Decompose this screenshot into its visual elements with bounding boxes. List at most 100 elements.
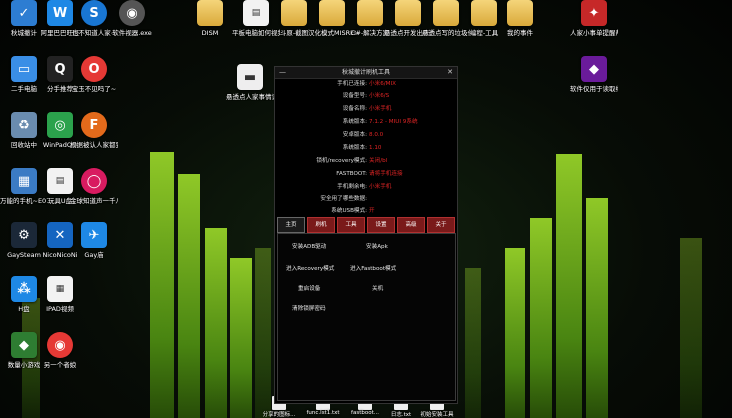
file-label: 初始安装工具 <box>420 412 454 418</box>
app-icon: ▬ <box>237 64 263 90</box>
clear-lockscreen-button[interactable]: 清除锁屏密码 <box>292 304 326 312</box>
folder-icon <box>319 0 345 26</box>
desktop-wallpaper: ✓ 秋城撤计 W 阿里巴巴旺旺 S 也不知道人家~ ◉ 软件视器.exe ▭ 二手电脑 Q… <box>0 0 732 418</box>
app-icon: ◉ <box>119 0 145 26</box>
desktop-icon[interactable]: ▦ IPAD视频 <box>36 276 84 328</box>
folder-icon <box>433 0 459 26</box>
icon-label: Gay庙 <box>84 251 104 259</box>
icon-label: IPAD视频 <box>46 305 74 313</box>
app-icon: ✦ <box>581 0 607 26</box>
tab-settings[interactable]: 设置 <box>367 217 395 233</box>
info-row: 手机剩余电: 小米手机 <box>275 181 457 193</box>
info-value: 小米手机 <box>369 184 392 190</box>
folder-icon <box>471 0 497 26</box>
actions-panel: 安装ADB驱动 安装Apk 进入Recovery模式 进入Fastboot模式 … <box>277 233 456 401</box>
desktop-icon[interactable]: ◆ 软件仅用于读取结果 <box>570 56 618 108</box>
wallpaper-bar <box>505 248 525 418</box>
desktop-icon[interactable]: ◉ 另一个者娘 <box>36 332 84 384</box>
icon-label: 回收站中 <box>11 141 37 149</box>
info-key: 设备名称: <box>342 106 367 112</box>
tab-advanced[interactable]: 高级 <box>397 217 425 233</box>
power-off-button[interactable]: 关机 <box>372 284 383 292</box>
folder-icon <box>507 0 533 26</box>
folder-icon <box>395 0 421 26</box>
icon-label: 秋城撤计 <box>11 29 37 37</box>
desktop-icon[interactable]: ◉ 软件视器.exe <box>108 0 156 52</box>
info-key: 系统版本: <box>342 119 367 125</box>
icon-label: 金球知道声一千八 <box>70 197 118 205</box>
app-icon: ✓ <box>11 0 37 26</box>
app-icon: ✈ <box>81 222 107 248</box>
app-icon: ◆ <box>11 332 37 358</box>
icon-label: 二手电脑 <box>11 85 37 93</box>
wallpaper-bar <box>680 238 702 418</box>
install-adb-button[interactable]: 安装ADB驱动 <box>292 242 326 250</box>
info-row: 设备型号: 小米6/S <box>275 90 457 102</box>
enter-fastboot-button[interactable]: 进入Fastboot模式 <box>350 264 396 272</box>
window-title: 秋城撤计刷机工具 <box>341 69 390 76</box>
icon-label: 根据被认人家都到哪里 <box>70 141 118 149</box>
firefox-icon: F <box>81 112 107 138</box>
info-value: 7.1.2 - MIUI 9系统 <box>369 119 418 125</box>
info-key: 设备型号: <box>342 93 367 99</box>
icon-label: 软件仅用于读取结果 <box>570 85 618 93</box>
icon-label: 人家小事单提醒帮 <box>570 29 618 37</box>
flash-tool-window: — 秋城撤计刷机工具 ✕ 手机已连接: 小米6/MIX 设备型号: 小米6/S 设备… <box>274 66 458 404</box>
info-key: 安卓版本: <box>342 132 367 138</box>
recycle-bin-icon: ♻ <box>11 112 37 138</box>
wallpaper-bar <box>556 154 582 418</box>
app-icon: ◯ <box>81 168 107 194</box>
tab-about[interactable]: 关于 <box>427 217 455 233</box>
icon-label: 斗原-截图 <box>279 29 309 37</box>
info-value: 请将手机连接 <box>369 171 403 177</box>
desktop-icon[interactable]: DISM <box>186 0 234 52</box>
tab-flash[interactable]: 刷机 <box>307 217 335 233</box>
app-icon: ▭ <box>11 56 37 82</box>
info-value: 开 <box>369 208 375 214</box>
wallpaper-bar <box>178 174 200 418</box>
info-row: FASTBOOT: 请将手机连接 <box>275 168 457 180</box>
file-label: fastboot... <box>351 410 379 416</box>
wallpaper-bar <box>586 198 608 418</box>
tab-tools[interactable]: 工具 <box>337 217 365 233</box>
info-value: 8.0.0 <box>369 132 384 138</box>
wallpaper-bar <box>465 268 481 418</box>
reboot-button[interactable]: 重启设备 <box>298 284 320 292</box>
icon-label: 悬透点人家事情记录 <box>226 93 274 101</box>
info-value: 1.10 <box>369 145 382 151</box>
icon-label: 编程-工具 <box>469 29 499 37</box>
tab-bar: 主页 刷机 工具 设置 高级 关于 <box>277 217 455 233</box>
desktop-icon[interactable]: 我的事件 <box>496 0 544 52</box>
enter-recovery-button[interactable]: 进入Recovery模式 <box>286 264 334 272</box>
info-value: 关闭/bl <box>369 158 388 164</box>
folder-icon <box>197 0 223 26</box>
file-label: 分享的图标... <box>262 412 296 418</box>
desktop-icon[interactable]: O 宝玉不见吗了~ <box>70 56 118 108</box>
close-button[interactable]: ✕ <box>447 67 453 78</box>
info-key: 锁机/recovery模式: <box>316 158 367 164</box>
info-row: 手机已连接: 小米6/MIX <box>275 78 457 90</box>
info-row: 设备名称: 小米手机 <box>275 103 457 115</box>
icon-label: 另一个者娘 <box>43 361 77 369</box>
icon-label: 我的事件 <box>507 29 533 37</box>
desktop-icon[interactable]: ▬ 悬透点人家事情记录 <box>226 64 274 116</box>
desktop-icon[interactable]: ✦ 人家小事单提醒帮 <box>570 0 618 52</box>
folder-icon <box>281 0 307 26</box>
info-value: 小米手机 <box>369 106 392 112</box>
app-icon: O <box>81 56 107 82</box>
wallpaper-bar <box>150 152 174 418</box>
info-value: 小米6/MIX <box>369 81 396 87</box>
info-row: 安卓版本: 8.0.0 <box>275 129 457 141</box>
install-apk-button[interactable]: 安装Apk <box>366 242 388 250</box>
info-key: 手机已连接: <box>337 81 367 87</box>
doc-icon: ▤ <box>243 0 269 26</box>
info-key: 手机剩余电: <box>337 184 367 190</box>
tab-home[interactable]: 主页 <box>277 217 305 233</box>
desktop-icon[interactable]: ◯ 金球知道声一千八 <box>70 168 118 220</box>
wallpaper-bar <box>230 258 252 418</box>
desktop-icon[interactable]: ✈ Gay庙 <box>70 222 118 274</box>
info-row: 安全用了哪些数据: <box>275 193 457 205</box>
info-row: 系统版本: 1.10 <box>275 142 457 154</box>
steam-icon: ⚙ <box>11 222 37 248</box>
desktop-icon[interactable]: F 根据被认人家都到哪里 <box>70 112 118 164</box>
